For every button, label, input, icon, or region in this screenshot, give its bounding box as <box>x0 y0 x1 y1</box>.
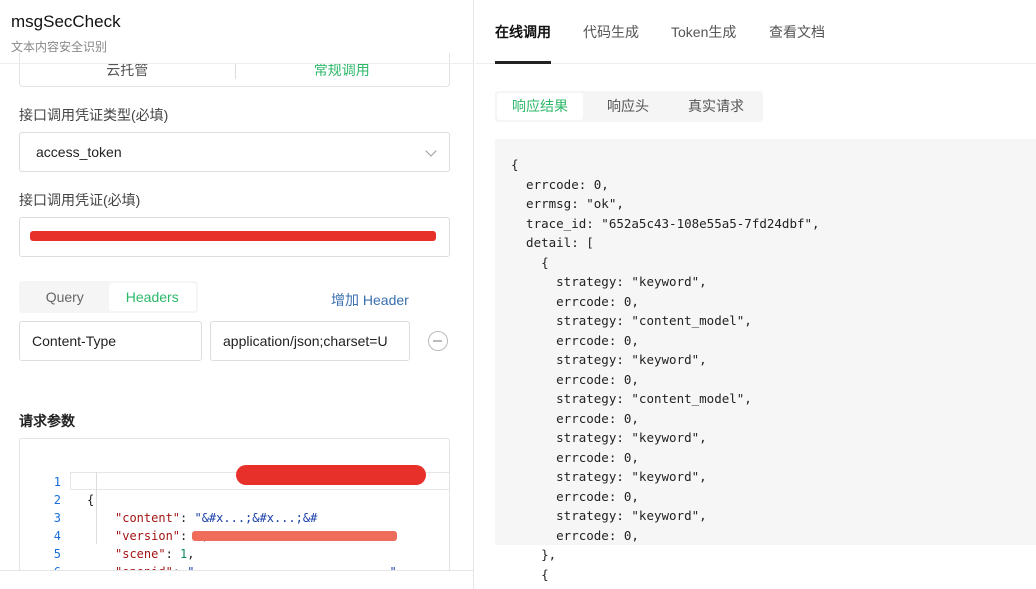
credential-type-value: access_token <box>36 144 122 160</box>
tab-online-call[interactable]: 在线调用 <box>495 22 551 42</box>
response-json-line: errcode: 0, <box>511 293 639 309</box>
params-code-editor[interactable]: 1 { 2 "content": "&#x...;&#x...;&# 3 "ve… <box>19 438 450 578</box>
env-tab-separator <box>235 63 236 79</box>
env-tab-regular-call[interactable]: 常规调用 <box>235 53 450 86</box>
response-json-line: strategy: "keyword", <box>511 274 707 289</box>
params-title: 请求参数 <box>19 413 75 429</box>
credential-redaction <box>30 231 436 241</box>
tab-real-request[interactable]: 真实请求 <box>673 93 759 120</box>
response-json-line: strategy: "keyword", <box>511 430 707 445</box>
code-line: 6 } <box>20 545 449 577</box>
tab-token-generation[interactable]: Token生成 <box>671 22 736 42</box>
tab-view-docs[interactable]: 查看文档 <box>769 22 825 42</box>
openid-redaction <box>192 531 397 541</box>
tab-code-generation[interactable]: 代码生成 <box>583 22 639 42</box>
tab-headers[interactable]: Headers <box>108 283 196 311</box>
response-json-line: errcode: 0, <box>511 332 639 348</box>
response-json-line: trace_id: "652a5c43-108e55a5-7fd24dbf", <box>511 215 820 231</box>
header-value-input[interactable]: application/json;charset=U <box>210 321 410 361</box>
response-json-line: errcode: 0, <box>511 410 639 426</box>
response-tabs: 响应结果 响应头 真实请求 <box>495 91 763 122</box>
response-json-line: errcode: 0, <box>511 371 639 387</box>
chevron-down-icon <box>425 145 437 157</box>
response-json-line: { <box>511 157 519 172</box>
response-json-line: strategy: "keyword", <box>511 469 707 484</box>
response-json-line: errcode: 0, <box>511 176 609 192</box>
env-segmented-control: 云托管 常规调用 <box>19 53 450 87</box>
left-footer-bar <box>0 570 473 589</box>
response-json-line: errcode: 0, <box>511 527 639 543</box>
response-json-line: detail: [ <box>511 235 594 250</box>
param-type-tabs: Query Headers <box>19 281 198 313</box>
active-tab-indicator <box>495 61 551 64</box>
code-line: 3 "version": 2, <box>20 491 449 543</box>
header-key-input[interactable]: Content-Type <box>19 321 202 361</box>
response-json-line: strategy: "content_model", <box>511 313 752 328</box>
add-header-link[interactable]: 增加 Header <box>331 290 409 310</box>
credential-type-label: 接口调用凭证类型(必填) <box>19 107 169 123</box>
response-panel: 在线调用 代码生成 Token生成 查看文档 响应结果 响应头 真实请求 { e… <box>475 0 1036 589</box>
credential-label: 接口调用凭证(必填) <box>19 192 141 208</box>
response-json-line: { <box>511 566 549 582</box>
env-tab-cloud-hosting[interactable]: 云托管 <box>20 53 235 86</box>
response-json-line: { <box>511 254 549 270</box>
response-json-line: }, <box>511 547 557 562</box>
response-json-line: strategy: "keyword", <box>511 508 707 523</box>
request-panel: msgSecCheck 文本内容安全识别 云托管 常规调用 接口调用凭证类型(必… <box>0 0 474 589</box>
content-redaction <box>236 465 426 485</box>
header-divider <box>0 63 473 64</box>
response-json-line: errcode: 0, <box>511 449 639 465</box>
code-line: 4 "scene": 1, <box>20 509 449 561</box>
main-tabs: 在线调用 代码生成 Token生成 查看文档 <box>475 0 1036 64</box>
remove-circle-icon[interactable] <box>428 331 448 351</box>
response-json-line: errmsg: "ok", <box>511 196 624 211</box>
tab-response-result[interactable]: 响应结果 <box>497 93 583 120</box>
response-json-line: strategy: "keyword", <box>511 352 707 367</box>
tab-query[interactable]: Query <box>21 283 109 311</box>
response-json-line: errcode: 0, <box>511 488 639 504</box>
app-title: msgSecCheck <box>11 12 121 31</box>
response-json-line: strategy: "content_model", <box>511 391 752 406</box>
response-json: { errcode: 0, errmsg: "ok", trace_id: "6… <box>511 155 820 584</box>
tab-response-headers[interactable]: 响应头 <box>583 93 673 120</box>
credential-input[interactable] <box>19 217 450 257</box>
credential-type-select[interactable]: access_token <box>19 132 450 172</box>
